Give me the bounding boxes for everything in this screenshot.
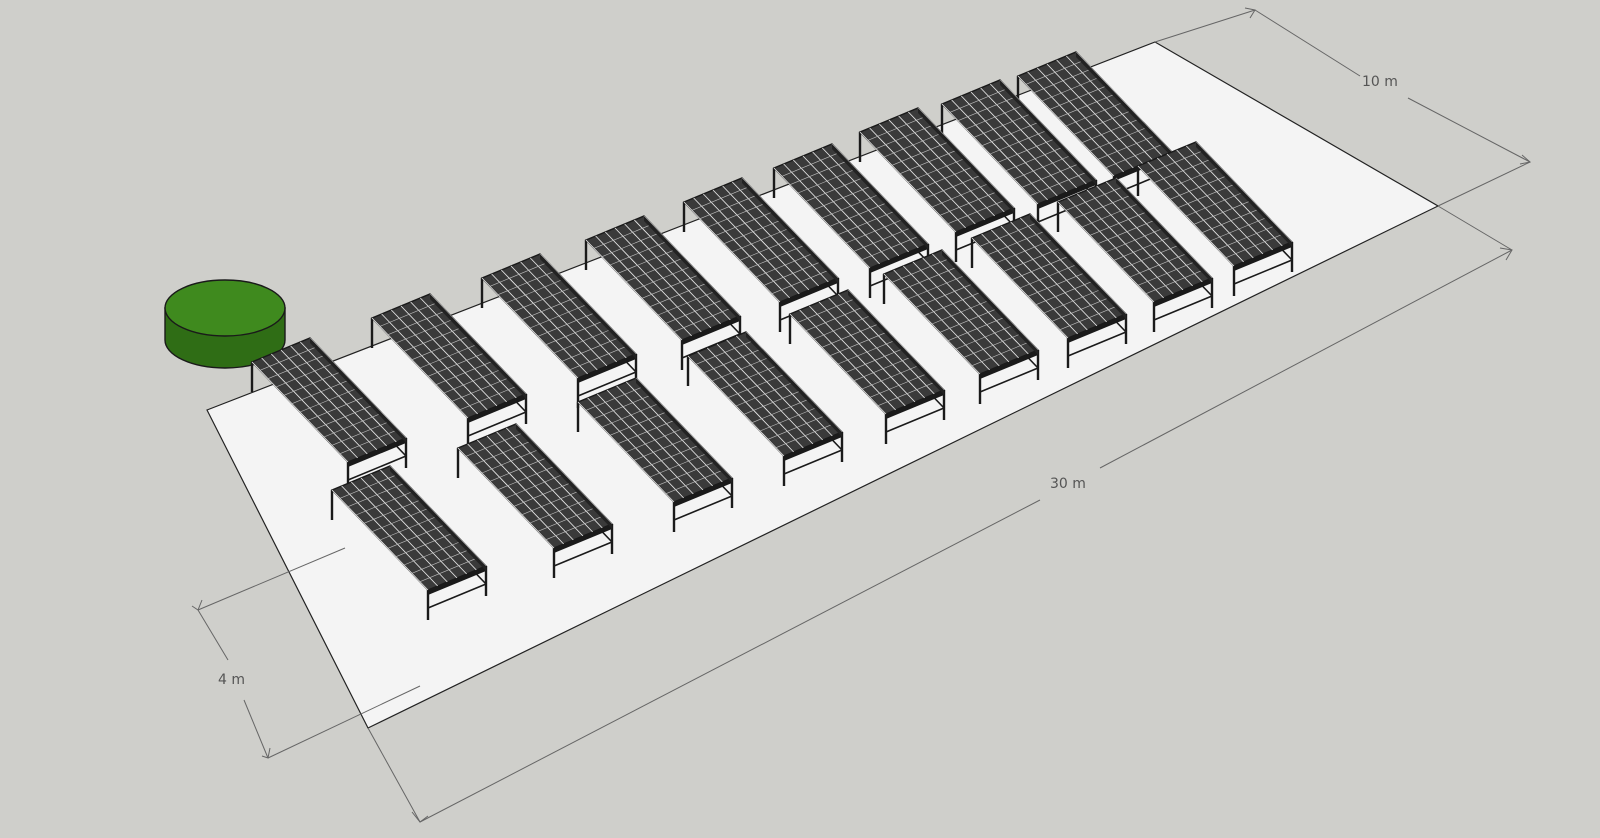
water-tank-cylinder-icon[interactable] [164, 279, 286, 369]
dimension-length-label: 30 m [1050, 476, 1086, 492]
scene-canvas[interactable]: 10 m 30 m 4 m [0, 0, 1600, 834]
dimension-width-label: 10 m [1362, 74, 1398, 90]
floor-slab[interactable] [206, 41, 1440, 729]
dimension-spacing-label: 4 m [218, 672, 245, 688]
modeling-viewport[interactable]: 10 m 30 m 4 m [0, 0, 1600, 834]
